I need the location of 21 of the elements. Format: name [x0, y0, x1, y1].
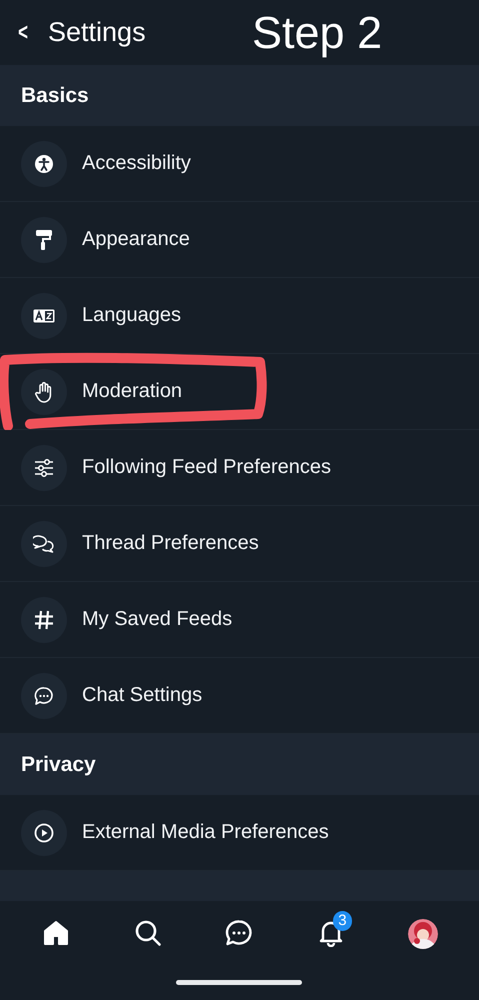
notification-badge: 3 [333, 911, 352, 931]
section-header: Basics [0, 65, 479, 126]
step-label: Step 2 [252, 6, 382, 58]
profile-avatar[interactable] [408, 919, 438, 949]
play-icon [34, 822, 54, 842]
conversation-icon [33, 534, 55, 552]
settings-item[interactable]: Following Feed Preferences [0, 430, 479, 506]
accessibility-icon [34, 154, 54, 174]
hand-icon [34, 380, 54, 402]
paint-roller-icon [34, 228, 54, 250]
chat-icon[interactable] [225, 919, 254, 947]
sliders-icon [34, 458, 54, 476]
chat-icon [34, 686, 54, 706]
language-icon [33, 308, 55, 322]
hash-icon [34, 610, 54, 630]
page-title: Settings [48, 17, 147, 48]
settings-item[interactable]: Moderation [0, 354, 479, 430]
section-header: Privacy [0, 734, 479, 795]
back-button[interactable]: < [18, 18, 28, 46]
home-icon[interactable] [42, 919, 70, 947]
search-icon[interactable] [134, 919, 162, 947]
